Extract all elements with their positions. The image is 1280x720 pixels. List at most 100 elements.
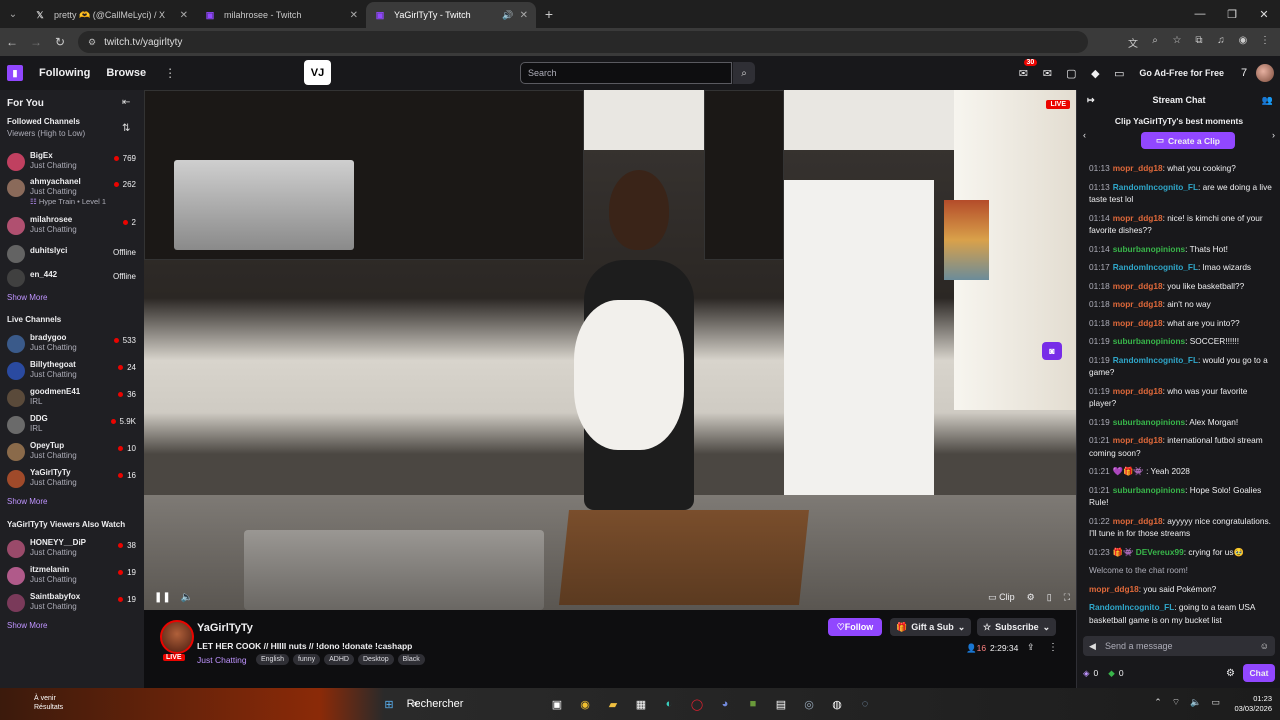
tab-list-icon[interactable]: ⌄ xyxy=(0,0,26,28)
stream-category[interactable]: Just Chatting xyxy=(197,655,247,665)
channel-bradygoo[interactable]: bradygoo Just Chatting 533 xyxy=(0,332,144,358)
zoom-icon[interactable]: ⌕ xyxy=(1146,35,1164,50)
message-username[interactable]: mopr_ddg18 xyxy=(1113,318,1163,328)
channel-ahmyachanel[interactable]: ahmyachanel Just Chatting ☷ Hype Train •… xyxy=(0,176,144,212)
close-tab-icon[interactable]: ✕ xyxy=(520,10,528,21)
message-username[interactable]: RandomIncognito_FL xyxy=(1113,182,1198,192)
start-icon[interactable]: ⊞ xyxy=(380,695,398,713)
weather-widget[interactable]: À venir Résultats xyxy=(34,694,63,712)
back-icon[interactable]: ← xyxy=(0,35,24,49)
search-input[interactable]: Search xyxy=(520,62,732,84)
inbox-icon[interactable]: ✉ xyxy=(1035,67,1059,80)
message-username[interactable]: suburbanopinions xyxy=(1113,485,1185,495)
settings-icon[interactable]: ⚙ xyxy=(1027,592,1035,603)
new-tab-button[interactable]: + xyxy=(536,2,562,28)
theatre-mode-icon[interactable]: ▯ xyxy=(1047,592,1052,603)
message-username[interactable]: RandomIncognito_FL xyxy=(1113,262,1198,272)
tag[interactable]: Black xyxy=(397,654,425,665)
chat-settings-icon[interactable]: ⚙ xyxy=(1226,668,1235,679)
minecraft-icon[interactable]: ■ xyxy=(744,695,762,713)
volume-icon[interactable]: 🔈 xyxy=(1190,697,1201,708)
seventv-icon[interactable]: 7 xyxy=(1232,67,1256,79)
close-tab-icon[interactable]: ✕ xyxy=(180,10,188,21)
message-username[interactable]: mopr_ddg18 xyxy=(1113,299,1163,309)
search-icon[interactable]: ⌕ xyxy=(733,62,755,84)
app-icon[interactable]: ◌ xyxy=(856,695,874,713)
restore-icon[interactable]: ❐ xyxy=(1216,0,1248,28)
taskbar-search[interactable]: ⌕ Rechercher xyxy=(407,695,538,713)
taskbar-clock[interactable]: 01:23 03/03/2026 xyxy=(1234,694,1272,714)
bits-icon[interactable]: ◀ xyxy=(1089,641,1096,652)
message-username[interactable]: suburbanopinions xyxy=(1113,417,1185,427)
channel-honeyy-dip[interactable]: HONEYY__DiP Just Chatting 38 xyxy=(0,537,144,563)
url-field[interactable]: ⚙ twitch.tv/yagirltyty xyxy=(78,31,1088,53)
show-more-followed[interactable]: Show More xyxy=(7,293,47,302)
channel-milahrosee[interactable]: milahrosee Just Chatting 2 xyxy=(0,214,144,240)
twitch-logo-icon[interactable]: ▮ xyxy=(7,65,23,81)
chat-send-button[interactable]: Chat xyxy=(1243,664,1275,682)
channel-goodmene41[interactable]: goodmenE41 IRL 36 xyxy=(0,386,144,412)
message-username[interactable]: 💜🎁👾 xyxy=(1113,466,1146,476)
ad-free-link[interactable]: Go Ad-Free for Free xyxy=(1139,68,1224,78)
opera-icon[interactable]: ◯ xyxy=(688,695,706,713)
channel-yagirltyty[interactable]: YaGirlTyTy Just Chatting 16 xyxy=(0,467,144,493)
message-username[interactable]: suburbanopinions xyxy=(1113,336,1185,346)
extension-logo-icon[interactable]: VJ xyxy=(304,60,331,85)
emote-icon[interactable]: ☺ xyxy=(1260,641,1269,651)
close-tab-icon[interactable]: ✕ xyxy=(350,10,358,21)
whispers-icon[interactable]: ▢ xyxy=(1059,67,1083,80)
chevron-left-icon[interactable]: ‹ xyxy=(1083,130,1086,140)
translate-icon[interactable]: 文 xyxy=(1124,35,1142,50)
tag[interactable]: English xyxy=(256,654,289,665)
steam-icon[interactable]: ◎ xyxy=(800,695,818,713)
channel-en-442[interactable]: en_442 Offline xyxy=(0,266,144,292)
streamer-name[interactable]: YaGirlTyTy xyxy=(197,622,253,634)
fullscreen-icon[interactable]: ⛶ xyxy=(1064,592,1070,603)
channel-itzmelanin[interactable]: itzmelanin Just Chatting 19 xyxy=(0,564,144,590)
message-username[interactable]: mopr_ddg18 xyxy=(1113,213,1163,223)
message-username[interactable]: RandomIncognito_FL xyxy=(1089,602,1174,612)
browser-tab-yagirltyty[interactable]: ▣ YaGirlTyTy - Twitch 🔊 ✕ xyxy=(366,2,536,28)
message-username[interactable]: suburbanopinions xyxy=(1113,244,1185,254)
battery-icon[interactable]: ▭ xyxy=(1211,697,1220,708)
pause-icon[interactable]: ❚❚ xyxy=(154,592,171,603)
discord-icon[interactable]: ◕ xyxy=(716,695,734,713)
channel-opeytup[interactable]: OpeyTup Just Chatting 10 xyxy=(0,440,144,466)
share-icon[interactable]: ⇪ xyxy=(1027,642,1035,653)
channel-billythegoat[interactable]: Billythegoat Just Chatting 24 xyxy=(0,359,144,385)
forward-icon[interactable]: → xyxy=(24,35,48,49)
profile-icon[interactable]: ◉ xyxy=(1234,35,1252,50)
obs-icon[interactable]: ◍ xyxy=(828,695,846,713)
gift-sub-button[interactable]: 🎁 Gift a Sub ⌄ xyxy=(890,618,972,636)
reload-icon[interactable]: ↻ xyxy=(48,35,72,49)
wifi-icon[interactable]: ⌔ xyxy=(1172,697,1180,708)
site-info-icon[interactable]: ⚙ xyxy=(88,37,96,48)
show-more-live[interactable]: Show More xyxy=(7,497,47,506)
channel-points[interactable]: ◈ 0 ◆ 0 xyxy=(1083,668,1124,679)
chevron-right-icon[interactable]: › xyxy=(1272,130,1275,140)
message-username[interactable]: mopr_ddg18 xyxy=(1113,163,1163,173)
subscribe-button[interactable]: ☆ Subscribe ⌄ xyxy=(977,618,1057,636)
tag[interactable]: funny xyxy=(292,654,321,665)
sort-icon[interactable]: ⇅ xyxy=(122,123,130,134)
bookmark-star-icon[interactable]: ☆ xyxy=(1168,35,1186,50)
more-options-icon[interactable]: ⋮ xyxy=(1048,642,1058,653)
follow-button[interactable]: ♡ Follow xyxy=(828,618,882,636)
notifications-icon[interactable]: ✉ 30 xyxy=(1011,58,1038,80)
chrome-icon[interactable]: ◉ xyxy=(576,695,594,713)
message-username[interactable]: RandomIncognito_FL xyxy=(1113,355,1198,365)
tag[interactable]: ADHD xyxy=(324,654,354,665)
collapse-chat-icon[interactable]: ↦ xyxy=(1087,95,1095,106)
community-icon[interactable]: 👥 xyxy=(1262,95,1273,106)
message-username[interactable]: mopr_ddg18 xyxy=(1113,516,1163,526)
message-username[interactable]: mopr_ddg18 xyxy=(1113,281,1163,291)
crown-icon[interactable]: ◆ xyxy=(1083,67,1107,80)
chat-input[interactable]: ◀ Send a message ☺ xyxy=(1083,636,1275,656)
channel-saintbabyfox[interactable]: Saintbabyfox Just Chatting 19 xyxy=(0,591,144,617)
channel-bigex[interactable]: BigEx Just Chatting 769 xyxy=(0,150,144,176)
browser-tab-x[interactable]: 𝕏 pretty 🫶 (@CallMeLyci) / X ✕ xyxy=(26,2,196,28)
streamer-avatar[interactable] xyxy=(160,620,194,654)
channel-ddg[interactable]: DDG IRL 5.9K xyxy=(0,413,144,439)
tray-chevron-icon[interactable]: ⌃ xyxy=(1154,697,1162,708)
browse-link[interactable]: Browse xyxy=(106,67,146,79)
